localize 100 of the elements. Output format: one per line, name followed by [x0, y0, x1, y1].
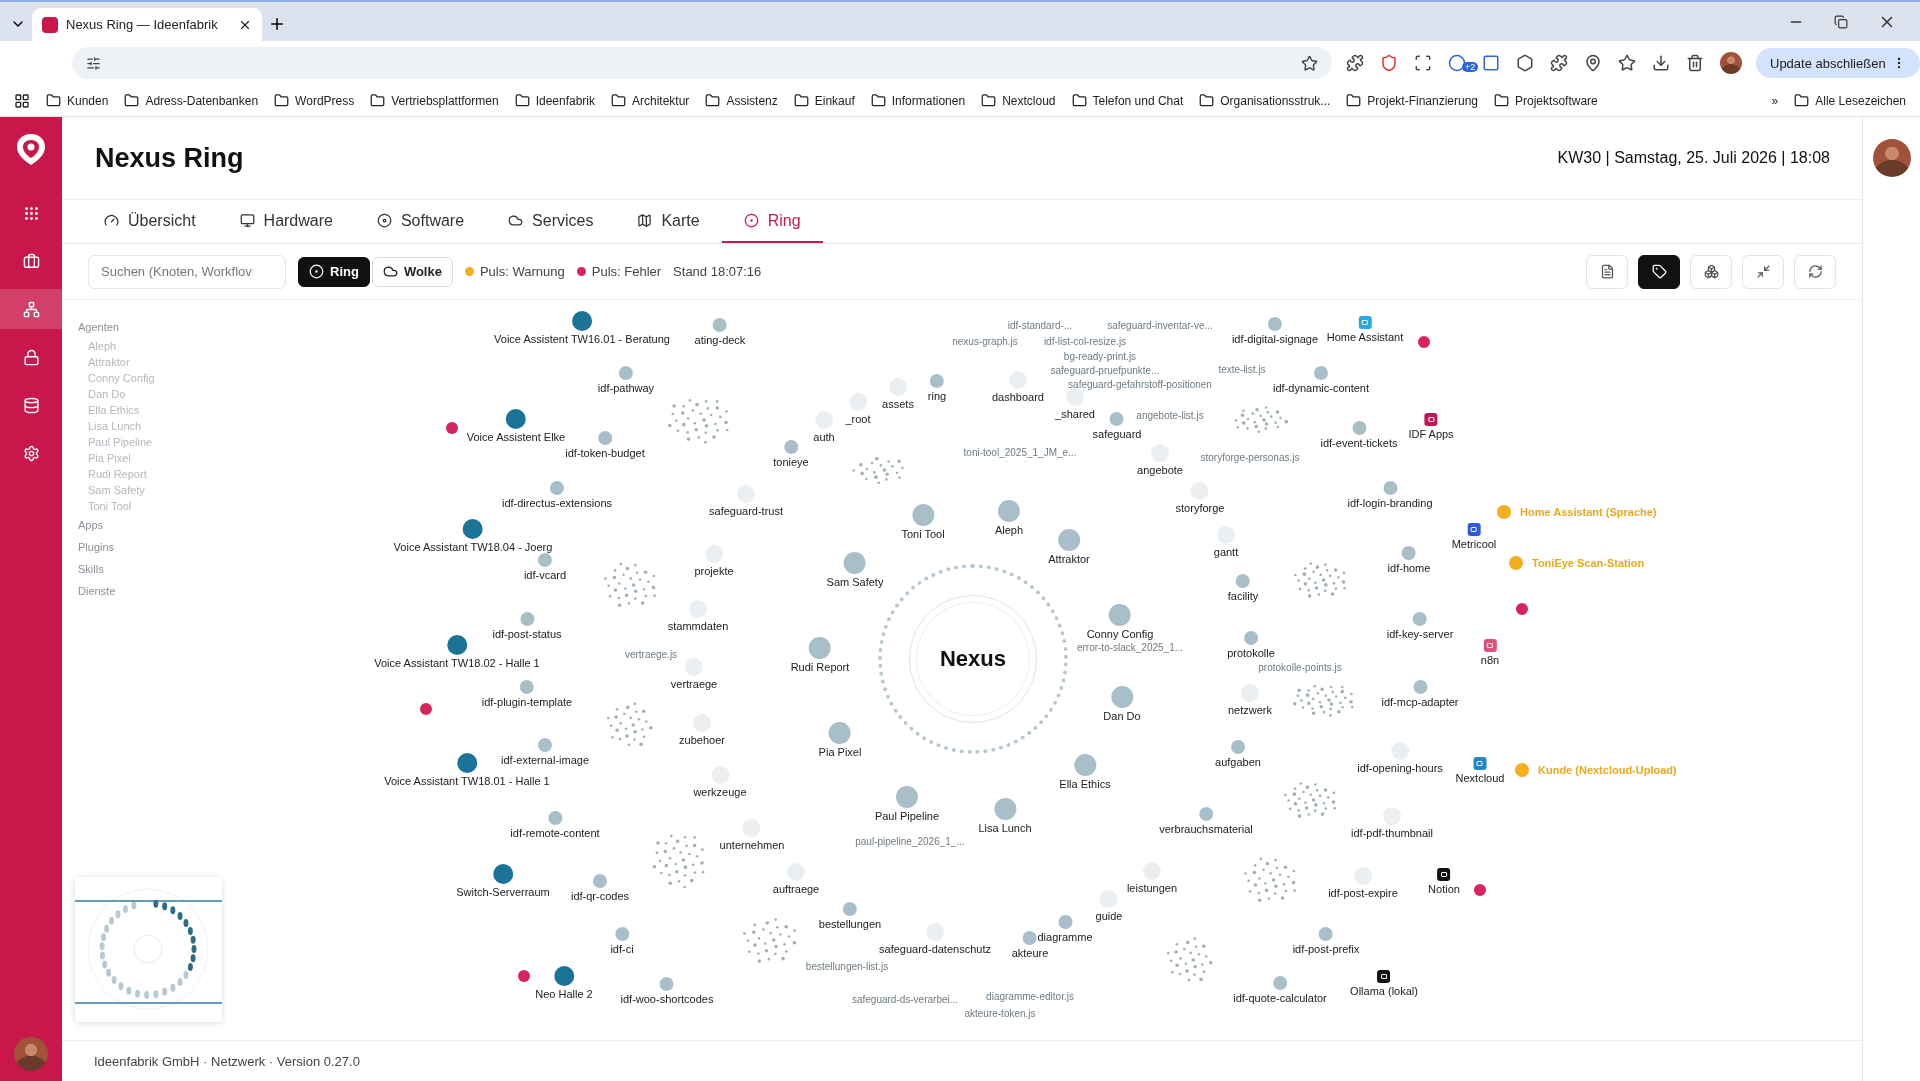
repo-node[interactable] [1383, 481, 1397, 495]
repo-node[interactable] [784, 440, 798, 454]
agent-node[interactable] [809, 637, 831, 659]
repo-node[interactable] [930, 374, 944, 388]
bookmark-folder[interactable]: Informationen [870, 93, 966, 108]
refresh-button[interactable] [1794, 254, 1836, 289]
more-bookmarks[interactable]: » [1771, 93, 1779, 108]
update-button[interactable]: Update abschließen [1756, 48, 1920, 78]
repo-node[interactable] [1244, 631, 1258, 645]
bookmark-folder[interactable]: Einkauf [793, 93, 855, 108]
extension-icon[interactable] [1482, 54, 1500, 72]
alert-dot[interactable] [1474, 884, 1486, 896]
repo-node[interactable] [1058, 915, 1072, 929]
nexus-hub[interactable]: Nexus [909, 595, 1037, 723]
device-node[interactable] [554, 966, 574, 986]
repo-node[interactable] [520, 680, 534, 694]
apps-icon[interactable] [14, 92, 30, 109]
service-icon[interactable] [1437, 868, 1451, 881]
site-settings-icon[interactable] [86, 55, 101, 71]
browser-tab[interactable]: Nexus Ring — Ideenfabrik [32, 8, 262, 41]
tag-button[interactable] [1638, 254, 1680, 289]
agent-node[interactable] [994, 798, 1016, 820]
repo-node[interactable] [520, 612, 534, 626]
bookmark-folder[interactable]: Kunden [46, 93, 109, 108]
agent-node[interactable] [844, 552, 866, 574]
nav-tab[interactable]: Ring [721, 200, 823, 243]
bookmark-folder[interactable]: Telefon und Chat [1071, 93, 1184, 108]
extension-icon[interactable] [1414, 54, 1432, 72]
bookmark-folder[interactable]: Projekt-Finanzierung [1346, 93, 1479, 108]
star-icon[interactable] [1301, 54, 1318, 72]
nav-tab[interactable]: Übersicht [82, 200, 218, 243]
repo-node[interactable] [550, 481, 564, 495]
cluster-button[interactable] [1690, 254, 1732, 289]
nav-button[interactable] [0, 289, 62, 329]
trash-icon[interactable] [1686, 54, 1704, 72]
service-icon[interactable] [1377, 970, 1391, 983]
repo-node[interactable] [1413, 680, 1427, 694]
bookmark-folder[interactable]: Assistenz [705, 93, 778, 108]
repo-node[interactable] [1413, 612, 1427, 626]
bookmark-folder[interactable]: Projektsoftware [1494, 93, 1598, 108]
extension-icon[interactable] [1516, 54, 1534, 72]
bookmark-folder[interactable]: WordPress [274, 93, 355, 108]
repo-node[interactable] [1023, 931, 1037, 945]
sensor-dot[interactable] [1497, 505, 1511, 519]
restore-icon[interactable] [1834, 14, 1848, 29]
agent-node[interactable] [1074, 754, 1096, 776]
nav-tab[interactable]: Services [486, 200, 616, 243]
device-node[interactable] [447, 635, 467, 655]
extension-icon[interactable] [1448, 54, 1466, 72]
repo-node[interactable] [538, 738, 552, 752]
device-node[interactable] [493, 864, 513, 884]
star-icon[interactable] [1618, 54, 1636, 72]
repo-node[interactable] [615, 927, 629, 941]
nav-tab[interactable]: Karte [615, 200, 722, 243]
sensor-dot[interactable] [1509, 556, 1523, 570]
repo-node[interactable] [1319, 927, 1333, 941]
repo-node[interactable] [598, 431, 612, 445]
extension-icon[interactable] [1380, 54, 1398, 72]
device-node[interactable] [506, 409, 526, 429]
nav-tab[interactable]: Hardware [217, 200, 355, 243]
bookmark-folder[interactable]: Vertriebsplattformen [370, 93, 499, 108]
repo-node[interactable] [1236, 574, 1250, 588]
bookmark-folder[interactable]: Architektur [611, 93, 690, 108]
repo-node[interactable] [1314, 366, 1328, 380]
minimap[interactable] [75, 877, 222, 1022]
agent-node[interactable] [998, 500, 1020, 522]
repo-node[interactable] [548, 811, 562, 825]
repo-node[interactable] [538, 553, 552, 567]
repo-node[interactable] [1268, 317, 1282, 331]
repo-node[interactable] [713, 318, 727, 332]
agent-node[interactable] [829, 722, 851, 744]
collapse-button[interactable] [1742, 254, 1784, 289]
address-field[interactable] [72, 47, 1332, 79]
alert-dot[interactable] [446, 422, 458, 434]
repo-node[interactable] [843, 902, 857, 916]
repo-node[interactable] [1273, 976, 1287, 990]
alert-dot[interactable] [518, 970, 530, 982]
agent-node[interactable] [896, 786, 918, 808]
view-toggle[interactable]: Ring [298, 256, 370, 287]
list-button[interactable] [1586, 254, 1628, 289]
repo-node[interactable] [1352, 421, 1366, 435]
repo-node[interactable] [660, 977, 674, 991]
extension-icon[interactable] [1346, 54, 1364, 72]
profile-avatar[interactable] [1720, 52, 1742, 74]
new-tab-icon[interactable] [268, 15, 286, 33]
repo-node[interactable] [593, 874, 607, 888]
agent-node[interactable] [912, 504, 934, 526]
device-node[interactable] [457, 753, 477, 773]
agent-node[interactable] [1111, 686, 1133, 708]
device-node[interactable] [572, 311, 592, 331]
repo-node[interactable] [1231, 740, 1245, 754]
alert-dot[interactable] [1418, 336, 1430, 348]
bookmark-folder[interactable]: Adress-Datenbanken [124, 93, 259, 108]
sensor-dot[interactable] [1515, 763, 1529, 777]
device-node[interactable] [463, 519, 483, 539]
repo-node[interactable] [1402, 546, 1416, 560]
bookmark-folder[interactable]: Alle Lesezeichen [1794, 93, 1906, 108]
nav-tab[interactable]: Software [354, 200, 487, 243]
download-icon[interactable] [1652, 54, 1670, 72]
pin-icon[interactable] [1584, 54, 1602, 72]
